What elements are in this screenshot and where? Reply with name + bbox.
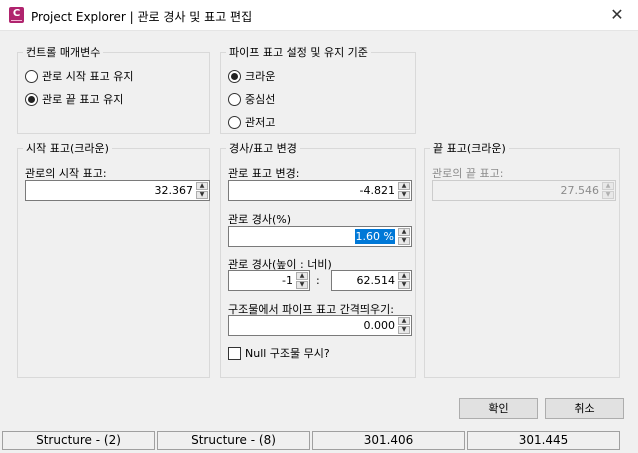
- spin-down-icon[interactable]: ▼: [196, 191, 208, 199]
- control-params-group: 컨트롤 매개변수: [17, 44, 210, 134]
- radio-keep-end-elev[interactable]: 관로 끝 표고 유지: [25, 91, 123, 107]
- elevation-change-input[interactable]: -4.821 ▲ ▼: [228, 180, 412, 201]
- radio-invert[interactable]: 관저고: [228, 114, 275, 130]
- spinner[interactable]: ▲ ▼: [398, 182, 410, 199]
- null-structure-checkbox[interactable]: [228, 346, 241, 360]
- status-bar: Structure - (2) Structure - (8) 301.406 …: [0, 430, 638, 453]
- spin-up-icon[interactable]: ▲: [398, 228, 410, 236]
- offset-value: 0.000: [363, 319, 396, 332]
- radio-button[interactable]: [25, 69, 38, 83]
- title-bar: C Project Explorer | 관로 경사 및 표고 편집 ✕: [0, 0, 638, 31]
- null-structure-label: Null 구조물 무시?: [245, 347, 330, 360]
- radio-button[interactable]: [228, 69, 241, 83]
- spin-up-icon[interactable]: ▲: [296, 272, 308, 280]
- window-title: Project Explorer | 관로 경사 및 표고 편집: [31, 10, 253, 24]
- null-structure-checkbox-row[interactable]: Null 구조물 무시?: [228, 345, 330, 361]
- app-logo-icon: C: [9, 7, 24, 23]
- radio-button[interactable]: [228, 92, 241, 106]
- spin-down-icon[interactable]: ▼: [398, 237, 410, 245]
- end-elevation-input: 27.546 ▲ ▼: [432, 180, 616, 201]
- spin-up-icon[interactable]: ▲: [398, 272, 410, 280]
- radio-button[interactable]: [228, 115, 241, 129]
- radio-crown[interactable]: 크라운: [228, 68, 275, 84]
- spin-up-icon[interactable]: ▲: [398, 182, 410, 190]
- status-cell-end-structure: Structure - (8): [157, 431, 310, 450]
- slope-rise-input[interactable]: -1 ▲ ▼: [228, 270, 310, 291]
- elevation-change-value: -4.821: [359, 184, 395, 197]
- spin-down-icon[interactable]: ▼: [398, 281, 410, 289]
- radio-keep-start-elev[interactable]: 관로 시작 표고 유지: [25, 68, 133, 84]
- spinner[interactable]: ▲ ▼: [398, 317, 410, 334]
- slope-rise-value: -1: [282, 274, 293, 287]
- spin-down-icon[interactable]: ▼: [398, 326, 410, 334]
- start-elevation-input[interactable]: 32.367 ▲ ▼: [25, 180, 210, 201]
- spin-down-icon[interactable]: ▼: [296, 281, 308, 289]
- radio-label: 관로 끝 표고 유지: [42, 93, 124, 106]
- radio-label: 중심선: [245, 93, 276, 106]
- spinner[interactable]: ▲ ▼: [398, 272, 410, 289]
- spinner[interactable]: ▲ ▼: [398, 228, 410, 245]
- spin-down-icon: ▼: [602, 191, 614, 199]
- status-cell-start-structure: Structure - (2): [2, 431, 155, 450]
- spin-up-icon: ▲: [602, 182, 614, 190]
- slope-elevation-title: 경사/표고 변경: [229, 142, 297, 155]
- spin-up-icon[interactable]: ▲: [196, 182, 208, 190]
- spin-down-icon[interactable]: ▼: [398, 191, 410, 199]
- status-cell-start-value: 301.406: [312, 431, 465, 450]
- slope-run-value: 62.514: [356, 274, 396, 287]
- control-params-title: 컨트롤 매개변수: [26, 46, 101, 59]
- close-icon[interactable]: ✕: [599, 2, 635, 29]
- spinner[interactable]: ▲ ▼: [296, 272, 308, 289]
- radio-label: 크라운: [245, 70, 276, 83]
- radio-label: 관저고: [245, 116, 276, 129]
- end-elevation-label: 관로의 끝 표고:: [432, 167, 504, 180]
- pipe-elevation-title: 파이프 표고 설정 및 유지 기준: [229, 46, 368, 59]
- spinner[interactable]: ▲ ▼: [196, 182, 208, 199]
- slope-percent-label: 관로 경사(%): [228, 213, 292, 226]
- end-elevation-value: 27.546: [560, 184, 600, 197]
- ratio-separator: :: [316, 274, 320, 287]
- slope-run-input[interactable]: 62.514 ▲ ▼: [331, 270, 412, 291]
- start-elevation-title: 시작 표고(크라운): [26, 142, 109, 155]
- start-elevation-value: 32.367: [154, 184, 194, 197]
- slope-percent-input[interactable]: 1.60 % ▲ ▼: [228, 226, 412, 247]
- elevation-change-label: 관로 표고 변경:: [228, 167, 300, 180]
- offset-input[interactable]: 0.000 ▲ ▼: [228, 315, 412, 336]
- radio-centerline[interactable]: 중심선: [228, 91, 275, 107]
- radio-label: 관로 시작 표고 유지: [42, 70, 134, 83]
- cancel-button[interactable]: 취소: [545, 398, 624, 419]
- end-elevation-title: 끝 표고(크라운): [433, 142, 506, 155]
- spin-up-icon[interactable]: ▲: [398, 317, 410, 325]
- ok-button[interactable]: 확인: [459, 398, 538, 419]
- status-cell-end-value: 301.445: [467, 431, 620, 450]
- spinner: ▲ ▼: [602, 182, 614, 199]
- start-elevation-label: 관로의 시작 표고:: [25, 167, 107, 180]
- radio-button[interactable]: [25, 92, 38, 106]
- slope-percent-value: 1.60 %: [354, 229, 395, 244]
